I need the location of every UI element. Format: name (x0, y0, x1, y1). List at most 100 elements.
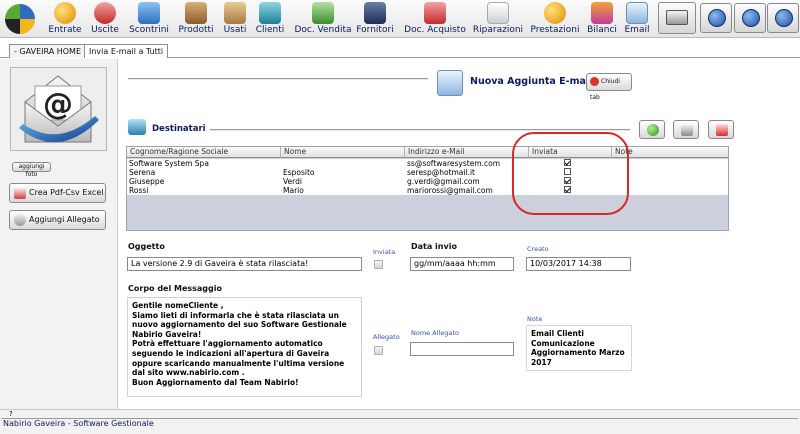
create-pdf-csv-label: Crea Pdf-Csv Excel (29, 188, 104, 197)
tab-gaveira-home[interactable]: - GAVEIRA HOME - (9, 44, 92, 58)
status-mark: ? (9, 410, 13, 418)
status-bar: ? Nabirio Gaveira - Software Gestionale (0, 409, 800, 434)
send-date-input[interactable]: gg/mm/aaaa hh:mm (410, 257, 514, 271)
note-line: Aggiornamento Marzo (531, 348, 625, 358)
add-icon (647, 124, 659, 136)
minimize-button[interactable] (734, 3, 766, 33)
pdf-icon (14, 186, 26, 199)
add-photo-button[interactable]: aggiungi foto (12, 162, 51, 178)
svg-text:@: @ (43, 87, 73, 122)
paperclip-icon (14, 213, 26, 226)
cell-note (612, 186, 728, 195)
subject-input[interactable]: La versione 2.9 di Gaveira è stata rilas… (127, 257, 362, 271)
message-body-line: dal sito www.nabirio.com . (132, 368, 245, 378)
toolbar-riparazioni-button[interactable]: Riparazioni (470, 0, 526, 37)
settings-button[interactable] (700, 3, 732, 33)
message-body-line: Buon Aggiornamento dal Team Nabirio! (132, 377, 299, 387)
gear-icon (708, 9, 726, 27)
page-title: Nuova Aggiunta E-mail (470, 76, 593, 87)
toolbar-uscite-button[interactable]: Uscite (87, 0, 123, 37)
toolbar-riparazioni-label: Riparazioni (472, 25, 524, 35)
cell-email: seresp@hotmail.it (407, 168, 475, 177)
cell-note (612, 159, 728, 168)
cell-cognome: Giuseppe (129, 177, 165, 186)
document-down-icon (424, 2, 446, 24)
power-button[interactable] (767, 3, 799, 33)
cell-cognome: Rossi (129, 186, 149, 195)
toolbar-doc-vendita-button[interactable]: Doc. Vendita (293, 0, 353, 37)
attachment-name-input[interactable] (410, 342, 514, 356)
message-body-textarea[interactable]: Gentile nomeCliente , Siamo lieti di info… (127, 297, 362, 397)
printer-icon (666, 10, 688, 25)
add-attachment-button[interactable]: Aggiungi Allegato (9, 210, 106, 230)
column-header-nome[interactable]: Nome (281, 147, 405, 158)
toolbar-doc-acquisto-button[interactable]: Doc. Acquisto (402, 0, 468, 37)
cell-nome: Verdi (283, 177, 302, 186)
column-header-email[interactable]: Indirizzo e-Mail (405, 147, 529, 158)
subject-label: Oggetto (128, 242, 165, 251)
sent-label: Inviata (373, 248, 396, 256)
message-body-line: Nabirio Gaveira! (132, 329, 202, 339)
coin-icon (54, 2, 76, 24)
send-date-label: Data invio (411, 242, 457, 251)
table-header: Cognome/Ragione Sociale Nome Indirizzo e… (127, 147, 728, 158)
recipients-title: Destinatari (152, 124, 206, 134)
toolbar-doc-acquisto-label: Doc. Acquisto (404, 25, 466, 35)
note-line: Email Clienti (531, 329, 584, 338)
toolbar-fornitori-button[interactable]: Fornitori (355, 0, 395, 37)
toolbar-doc-vendita-label: Doc. Vendita (294, 25, 352, 35)
created-field: 10/03/2017 14:38 (526, 257, 631, 271)
photo-preview: @ (10, 67, 107, 151)
created-label: Creato (527, 245, 549, 253)
highlight-annotation (512, 132, 629, 215)
sent-checkbox[interactable] (374, 260, 383, 269)
delete-recipient-button[interactable] (708, 120, 734, 139)
toolbar-entrate-button[interactable]: Entrate (45, 0, 85, 37)
main-content: Nuova Aggiunta E-mail Chiudi tab Destina… (118, 59, 800, 409)
new-email-icon (437, 70, 463, 96)
toolbar-clienti-button[interactable]: Clienti (254, 0, 286, 37)
cell-nome: Esposito (283, 168, 315, 177)
toolbar-bilanci-button[interactable]: Bilanci (584, 0, 620, 37)
app-logo-icon (5, 4, 35, 34)
table-row[interactable]: Serena Esposito seresp@hotmail.it (127, 168, 728, 177)
toolbar-scontrini-label: Scontrini (129, 25, 169, 35)
toolbar-uscite-label: Uscite (91, 25, 119, 35)
message-body-line: seguendo le indicazioni all'apertura di … (132, 348, 330, 358)
add-attachment-label: Aggiungi Allegato (29, 215, 100, 224)
cell-email: mariorossi@gmail.com (407, 186, 493, 195)
toolbar-prestazioni-button[interactable]: Prestazioni (528, 0, 582, 37)
note-line: 2017 (531, 357, 552, 367)
add-recipient-button[interactable] (639, 120, 665, 139)
toolbar-entrate-label: Entrate (48, 25, 82, 35)
column-header-cognome[interactable]: Cognome/Ragione Sociale (127, 147, 281, 158)
close-tab-button[interactable]: Chiudi tab (586, 73, 632, 101)
toolbar-usati-button[interactable]: Usati (219, 0, 251, 37)
message-body-line: Potrà effettuare l'aggiornamento automat… (132, 339, 323, 349)
print-button[interactable] (658, 2, 696, 34)
recipients-table: Cognome/Ragione Sociale Nome Indirizzo e… (126, 146, 729, 231)
attachment-name-label: Nome Allegato (411, 329, 459, 337)
no-entry-icon (94, 2, 116, 24)
box-icon (224, 2, 246, 24)
message-body-line: oppure scaricando manualmente l'ultima v… (132, 358, 345, 368)
toolbar-email-button[interactable]: Email (622, 0, 652, 37)
attachment-checkbox[interactable] (374, 346, 383, 355)
table-row[interactable]: Giuseppe Verdi g.verdi@gmail.com (127, 177, 728, 186)
cell-nome (281, 159, 405, 168)
create-pdf-csv-button[interactable]: Crea Pdf-Csv Excel (9, 183, 106, 203)
toolbar-scontrini-button[interactable]: Scontrini (127, 0, 171, 37)
cell-email: ss@softwaresystem.com (407, 159, 501, 168)
column-header-note[interactable]: Note (612, 147, 728, 158)
services-icon (544, 2, 566, 24)
print-recipients-button[interactable] (673, 120, 699, 139)
note-label: Note (527, 315, 543, 323)
note-textarea[interactable]: Email Clienti Comunicazione Aggiornamento … (526, 325, 632, 371)
tab-invia-email[interactable]: Invia E-mail a Tutti (84, 44, 169, 58)
toolbar-email-label: Email (624, 25, 650, 35)
toolbar-prodotti-button[interactable]: Prodotti (176, 0, 216, 37)
toolbar-prestazioni-label: Prestazioni (530, 25, 580, 35)
delete-icon (716, 124, 728, 136)
table-row[interactable]: Software System Spa ss@softwaresystem.com (127, 159, 728, 168)
table-row[interactable]: Rossi Mario mariorossi@gmail.com (127, 186, 728, 195)
